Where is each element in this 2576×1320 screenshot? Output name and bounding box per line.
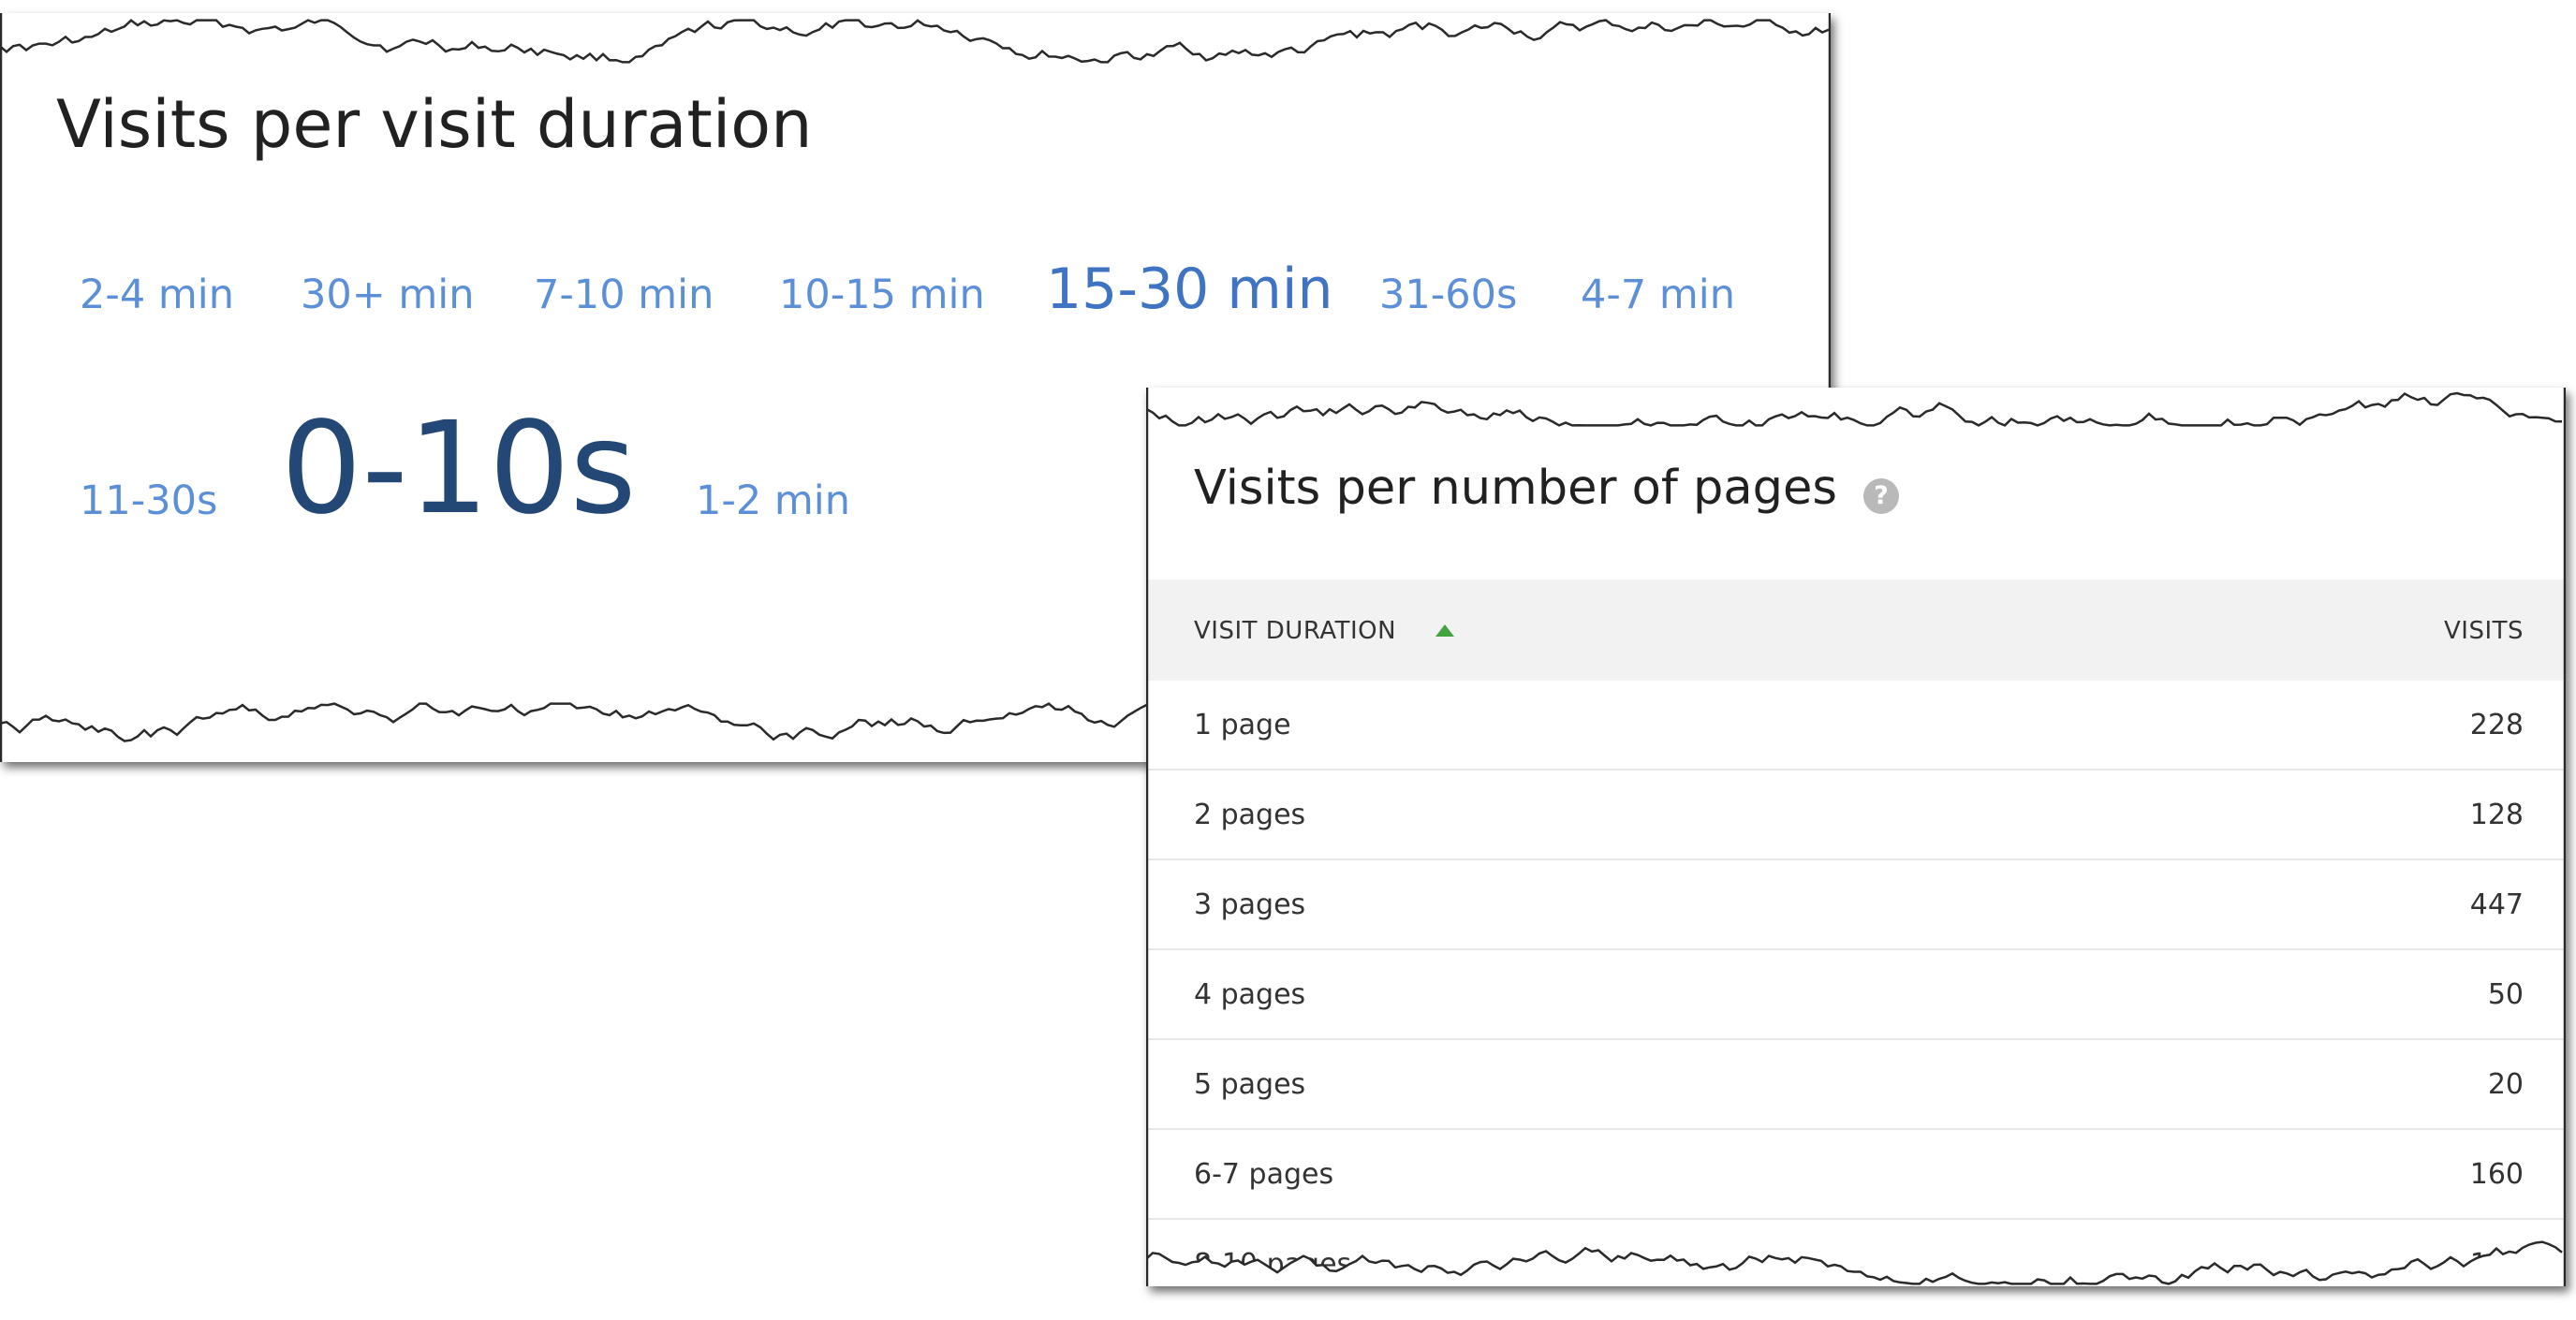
table-row[interactable]: 2 pages 128 [1146,770,2566,860]
help-icon[interactable]: ? [1863,478,1899,514]
row-label: 2 pages [1194,799,1306,831]
row-value: 118 [2469,1248,2524,1281]
column-header-visits[interactable]: VISITS [2444,617,2524,645]
table-row[interactable]: 5 pages 20 [1146,1040,2566,1130]
table-row[interactable]: 3 pages 447 [1146,860,2566,950]
tag-30-plus-min[interactable]: 30+ min [301,271,475,318]
table-row[interactable]: 4 pages 50 [1146,950,2566,1040]
column-header-visit-duration[interactable]: VISIT DURATION [1194,617,1454,645]
column-header-visit-duration-label: VISIT DURATION [1194,617,1397,645]
row-value: 128 [2469,799,2524,831]
tag-11-30s[interactable]: 11-30s [80,477,217,524]
row-label: 1 page [1194,709,1291,741]
tag-15-30-min[interactable]: 15-30 min [1046,257,1333,322]
table-row[interactable]: 6-7 pages 160 [1146,1130,2566,1220]
row-label: 8-10 pages [1194,1248,1352,1281]
table-header: VISIT DURATION VISITS [1146,579,2566,681]
row-value: 228 [2469,709,2524,741]
row-label: 6-7 pages [1194,1158,1334,1191]
tag-2-4-min[interactable]: 2-4 min [80,271,234,318]
tag-4-7-min[interactable]: 4-7 min [1581,271,1735,318]
pages-widget-title: Visits per number of pages [1194,461,1837,516]
row-value: 50 [2487,978,2524,1011]
pages-card: Visits per number of pages ? VISIT DURAT… [1146,388,2566,1286]
tag-31-60s[interactable]: 31-60s [1379,271,1517,318]
row-label: 5 pages [1194,1068,1306,1101]
row-value: 447 [2469,888,2524,921]
screenshot-canvas: Visits per visit duration 2-4 min 30+ mi… [0,0,2576,1320]
row-label: 3 pages [1194,888,1306,921]
row-label: 4 pages [1194,978,1306,1011]
tag-7-10-min[interactable]: 7-10 min [534,271,714,318]
table-row[interactable]: 8-10 pages 118 [1146,1220,2566,1286]
row-value: 160 [2469,1158,2524,1191]
pages-widget: Visits per number of pages ? VISIT DURAT… [1146,388,2566,1286]
sort-ascending-icon [1435,624,1454,637]
row-value: 20 [2487,1068,2524,1101]
tag-10-15-min[interactable]: 10-15 min [779,271,985,318]
visit-duration-title: Visits per visit duration [56,86,813,163]
tag-1-2-min[interactable]: 1-2 min [696,477,850,524]
tag-0-10s[interactable]: 0-10s [281,395,637,543]
table-row[interactable]: 1 page 228 [1146,681,2566,770]
